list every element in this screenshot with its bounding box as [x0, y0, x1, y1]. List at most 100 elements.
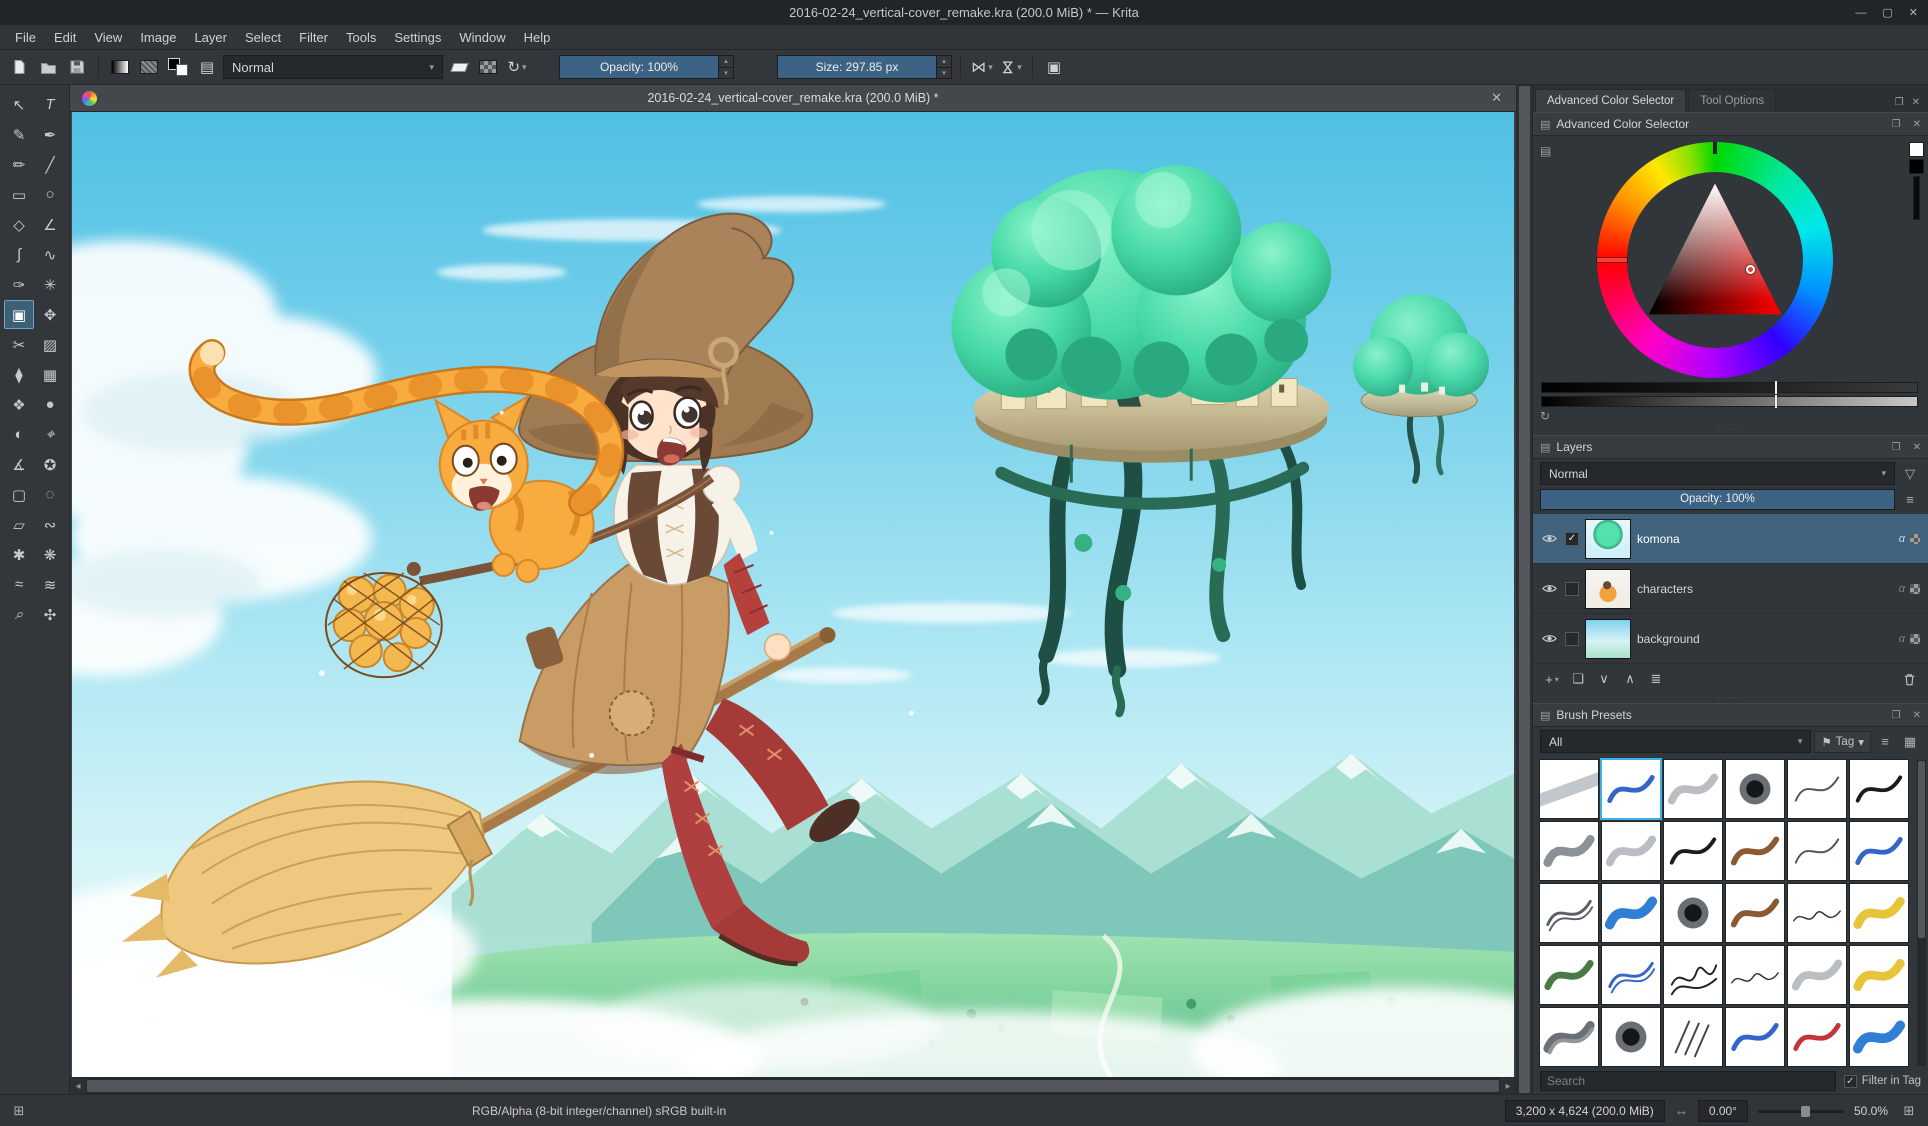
acs-settings-button[interactable]: ▤ — [1540, 144, 1551, 158]
zoom-slider-handle[interactable] — [1801, 1106, 1810, 1117]
tool-button[interactable]: ✒ — [35, 120, 65, 149]
tool-button[interactable]: ⌖ — [35, 420, 65, 449]
tab-tool-options[interactable]: Tool Options — [1688, 89, 1776, 112]
alpha-lock-icon[interactable] — [1910, 534, 1920, 544]
tool-button[interactable]: ↖ — [4, 90, 34, 119]
current-color-swatch[interactable] — [1909, 142, 1924, 157]
brush-preset[interactable] — [1725, 883, 1785, 943]
brush-preset[interactable] — [1663, 759, 1723, 819]
sv-triangle[interactable] — [1630, 175, 1800, 345]
tool-button[interactable]: ▢ — [4, 480, 34, 509]
tool-button[interactable]: ∡ — [4, 450, 34, 479]
color-wheel[interactable] — [1597, 142, 1833, 378]
new-document-button[interactable] — [6, 54, 32, 80]
duplicate-layer-button[interactable]: ❏ — [1566, 667, 1590, 691]
previous-color-swatch[interactable] — [1909, 159, 1924, 174]
menu-item[interactable]: Help — [515, 27, 560, 48]
layer-visibility-icon[interactable] — [1539, 631, 1559, 646]
splitter-grip[interactable]: ····· — [1533, 694, 1928, 703]
tool-button[interactable]: ∠ — [35, 210, 65, 239]
save-button[interactable] — [64, 54, 90, 80]
brush-preset[interactable] — [1539, 759, 1599, 819]
tool-button[interactable]: T — [35, 90, 65, 119]
opacity-spinner[interactable]: ▴▾ — [719, 55, 734, 79]
menu-item[interactable]: Filter — [290, 27, 337, 48]
tool-button[interactable]: ◇ — [4, 210, 34, 239]
view-grid-button[interactable]: ▦ — [1899, 731, 1921, 753]
tool-button[interactable]: ✏ — [4, 150, 34, 179]
layer-select-box[interactable]: ✓ — [1565, 532, 1579, 546]
brush-close-icon[interactable]: ✕ — [1913, 710, 1921, 721]
brush-preset[interactable] — [1849, 883, 1909, 943]
brush-float-icon[interactable]: ❐ — [1892, 710, 1901, 721]
menu-item[interactable]: Window — [450, 27, 514, 48]
brush-preset[interactable] — [1539, 883, 1599, 943]
color-history-strip[interactable] — [1913, 176, 1920, 220]
layer-row[interactable]: ✓ komona α — [1533, 514, 1928, 564]
brush-preset[interactable] — [1725, 945, 1785, 1005]
alpha-inherit-icon[interactable]: α — [1899, 533, 1905, 545]
tool-button[interactable]: ∿ — [35, 240, 65, 269]
delete-layer-button[interactable] — [1897, 667, 1921, 691]
brush-preset[interactable] — [1539, 945, 1599, 1005]
value-strip-2[interactable] — [1541, 396, 1918, 407]
tool-button[interactable]: ∫ — [4, 240, 34, 269]
layer-properties-button[interactable]: ≣ — [1644, 667, 1668, 691]
layer-row[interactable]: ✓ characters α — [1533, 564, 1928, 614]
layer-options-button[interactable]: ≡ — [1899, 488, 1921, 510]
alpha-inherit-icon[interactable]: α — [1899, 633, 1905, 645]
brush-preset[interactable] — [1849, 759, 1909, 819]
blending-mode-combobox[interactable]: Normal ▾ — [223, 55, 443, 79]
tool-button[interactable]: ▦ — [35, 360, 65, 389]
layer-row[interactable]: ✓ background α — [1533, 614, 1928, 664]
brush-preset[interactable] — [1663, 1007, 1723, 1067]
filter-in-tag[interactable]: ✓ Filter in Tag — [1844, 1075, 1921, 1088]
docker-close-icon[interactable]: ✕ — [1912, 97, 1920, 108]
layer-visibility-icon[interactable] — [1539, 531, 1559, 546]
document-tab[interactable]: 2016-02-24_vertical-cover_remake.kra (20… — [70, 85, 1516, 112]
canvas-rotation-icon[interactable]: ↔ — [1675, 1103, 1688, 1118]
document-tab-close-icon[interactable]: ✕ — [1491, 90, 1502, 106]
tool-button[interactable]: ✣ — [35, 600, 65, 629]
brush-editor-button[interactable]: ▤ — [194, 54, 220, 80]
scroll-left-icon[interactable]: ◂ — [70, 1081, 86, 1092]
layer-blending-mode-combobox[interactable]: Normal ▾ — [1540, 462, 1895, 485]
move-layer-up-button[interactable]: ∧ — [1618, 667, 1642, 691]
canvas-horizontal-scrollbar[interactable]: ◂ ▸ — [70, 1077, 1516, 1094]
add-layer-button[interactable]: +▾ — [1540, 667, 1564, 691]
brush-preset[interactable] — [1849, 1007, 1909, 1067]
splitter-grip[interactable]: ····· — [1533, 426, 1928, 435]
acs-close-icon[interactable]: ✕ — [1913, 119, 1921, 130]
tool-button[interactable]: ✥ — [35, 300, 65, 329]
alpha-inherit-icon[interactable]: α — [1899, 583, 1905, 595]
zoom-fit-button[interactable]: ⊞ — [1898, 1100, 1920, 1122]
brush-search-input[interactable] — [1540, 1071, 1836, 1091]
brush-preset[interactable] — [1787, 1007, 1847, 1067]
pattern-chooser-button[interactable] — [136, 54, 162, 80]
open-document-button[interactable] — [35, 54, 61, 80]
tab-advanced-color-selector[interactable]: Advanced Color Selector — [1535, 89, 1686, 112]
vscroll-thumb[interactable] — [1519, 86, 1530, 1093]
menu-item[interactable]: View — [85, 27, 131, 48]
brush-preset[interactable] — [1601, 821, 1661, 881]
spin-down-icon[interactable]: ▾ — [937, 68, 951, 79]
brush-preset[interactable] — [1601, 759, 1661, 819]
move-layer-down-button[interactable]: ∨ — [1592, 667, 1616, 691]
tool-button[interactable]: ✑ — [4, 270, 34, 299]
preset-scroll-thumb[interactable] — [1918, 761, 1925, 938]
spin-up-icon[interactable]: ▴ — [937, 56, 951, 68]
layer-select-box[interactable]: ✓ — [1565, 632, 1579, 646]
hscroll-thumb[interactable] — [87, 1080, 1499, 1092]
tool-button[interactable]: ∾ — [35, 510, 65, 539]
brush-preset[interactable] — [1787, 759, 1847, 819]
layers-float-icon[interactable]: ❐ — [1892, 442, 1901, 453]
brush-preset[interactable] — [1539, 821, 1599, 881]
menu-item[interactable]: Select — [236, 27, 290, 48]
tool-button[interactable]: ▱ — [4, 510, 34, 539]
tool-button[interactable]: ≋ — [35, 570, 65, 599]
scroll-right-icon[interactable]: ▸ — [1500, 1081, 1516, 1092]
minimize-button[interactable]: — — [1855, 7, 1866, 19]
filter-in-tag-checkbox[interactable]: ✓ — [1844, 1075, 1857, 1088]
brush-preset[interactable] — [1601, 945, 1661, 1005]
layers-close-icon[interactable]: ✕ — [1913, 442, 1921, 453]
